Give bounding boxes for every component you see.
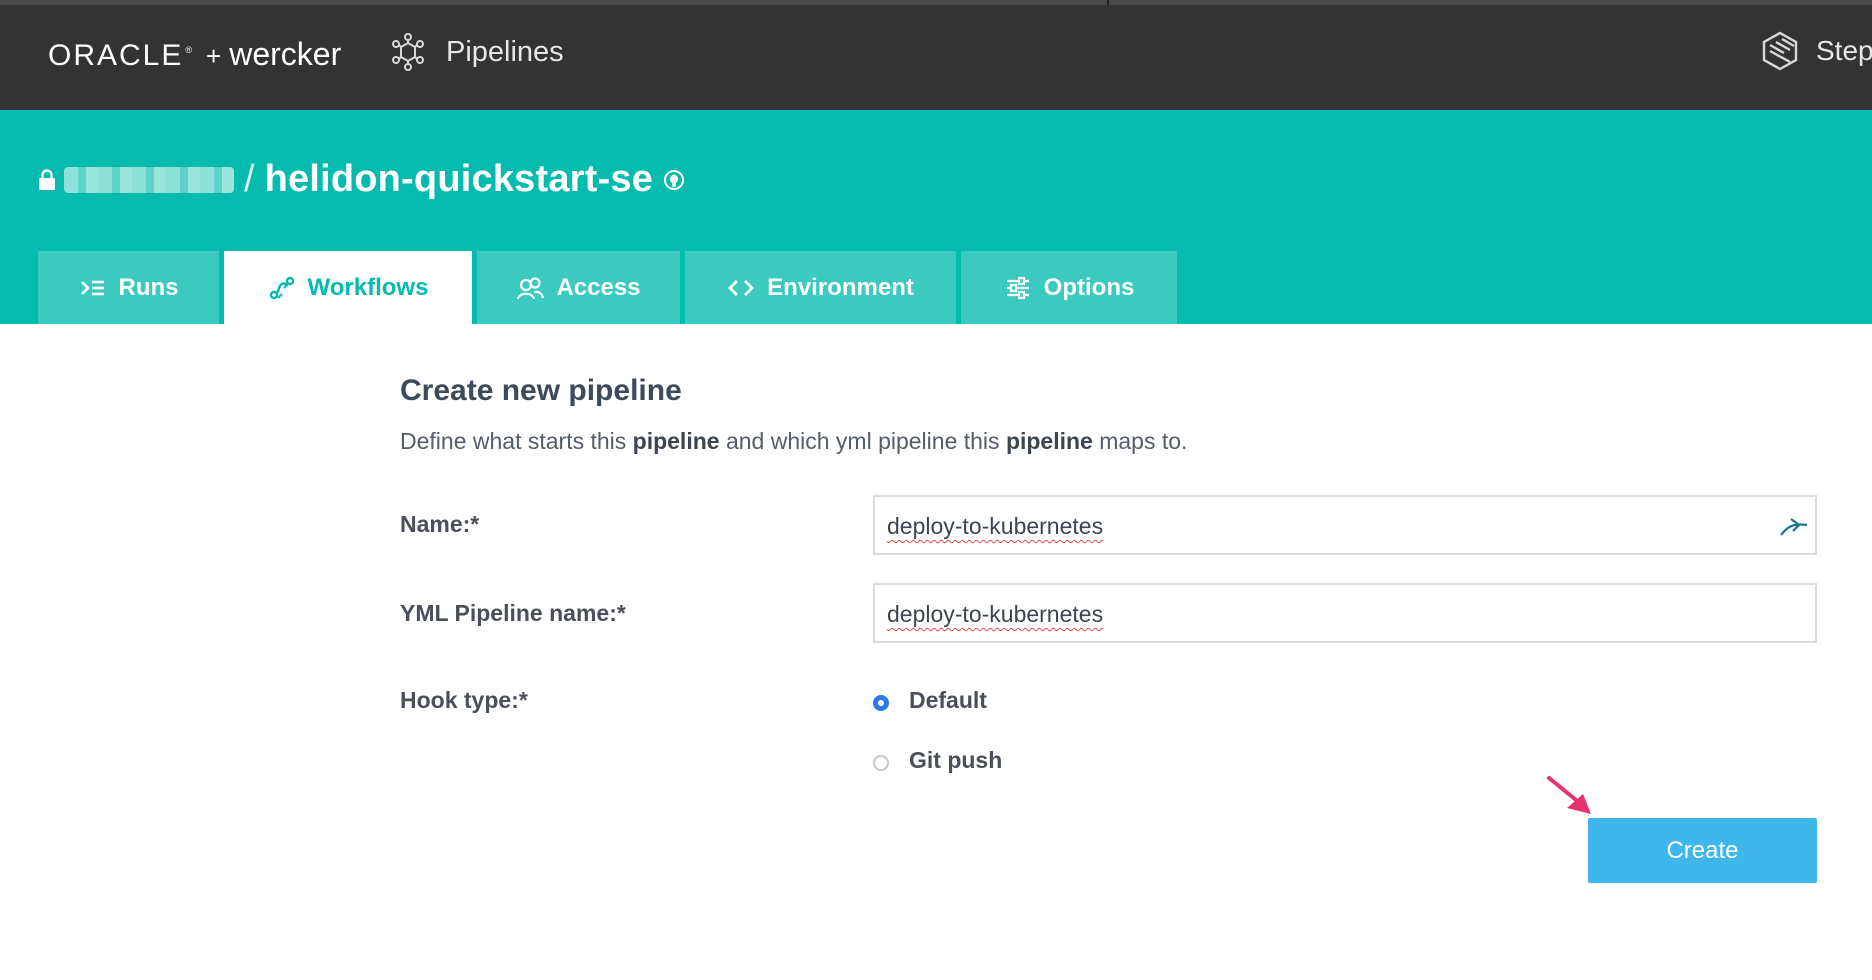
form-description: Define what starts this pipeline and whi…: [400, 428, 1187, 455]
repo-name[interactable]: helidon-quickstart-se: [265, 158, 654, 201]
top-rule-gap: [1107, 0, 1109, 5]
brand-trademark: ®: [185, 45, 193, 55]
name-input[interactable]: deploy-to-kubernetes: [873, 495, 1817, 555]
hook-type-label: Hook type:*: [400, 687, 528, 713]
brand-wercker: wercker: [229, 36, 342, 72]
form-title: Create new pipeline: [400, 374, 682, 407]
workflows-icon: [269, 276, 294, 299]
radio-default-label: Default: [909, 687, 987, 713]
name-input-value: deploy-to-kubernetes: [887, 513, 1104, 539]
tab-environment-label: Environment: [767, 273, 914, 301]
code-icon: [728, 279, 755, 296]
tab-access-label: Access: [556, 273, 641, 301]
top-rule: [0, 0, 1872, 5]
desc-part-1: Define what starts this: [400, 428, 633, 454]
top-navbar: ORACLE ® + wercker Pipelines Steps: [0, 0, 1872, 110]
options-icon: [1006, 276, 1029, 299]
name-label: Name:*: [400, 511, 480, 537]
steps-icon: [1762, 31, 1798, 71]
runs-icon: [80, 280, 104, 295]
tab-workflows-label: Workflows: [307, 273, 429, 301]
create-button[interactable]: Create: [1588, 818, 1817, 883]
tab-options-label: Options: [1043, 273, 1135, 301]
radio-git-push-label: Git push: [909, 747, 1003, 773]
brand-oracle: ORACLE: [48, 39, 184, 72]
tab-workflows[interactable]: Workflows: [224, 251, 472, 324]
tab-options[interactable]: Options: [961, 251, 1177, 324]
app-header: / helidon-quickstart-se Runs Workflows A…: [0, 110, 1872, 324]
owner-name-redacted[interactable]: [64, 166, 234, 193]
brand-logo[interactable]: ORACLE ® + wercker: [48, 36, 341, 73]
yml-input-value: deploy-to-kubernetes: [887, 601, 1104, 627]
yml-label: YML Pipeline name:*: [400, 600, 626, 626]
nav-pipelines-label: Pipelines: [446, 35, 564, 68]
tab-access[interactable]: Access: [477, 251, 680, 324]
nav-steps[interactable]: Steps: [1760, 30, 1872, 72]
pointer-arrow: [1547, 776, 1591, 814]
repo-tabs: Runs Workflows Access Environment Option…: [38, 251, 1182, 324]
nav-pipelines[interactable]: Pipelines: [388, 32, 564, 72]
lock-icon: [39, 168, 55, 190]
desc-bold-2: pipeline: [1005, 428, 1093, 454]
tab-environment[interactable]: Environment: [685, 251, 956, 324]
pipelines-icon: [392, 33, 424, 71]
breadcrumb-separator: /: [244, 158, 255, 200]
radio-default[interactable]: [873, 694, 889, 711]
tab-runs-label: Runs: [118, 273, 179, 301]
nav-steps-label: Steps: [1816, 35, 1872, 66]
autofill-icon[interactable]: [1777, 513, 1811, 539]
brand-plus: +: [206, 41, 222, 71]
hook-option-default[interactable]: Default: [873, 687, 987, 714]
github-icon[interactable]: [663, 169, 685, 191]
repo-breadcrumb: / helidon-quickstart-se: [38, 158, 685, 201]
desc-bold-1: pipeline: [632, 428, 720, 454]
yml-pipeline-input[interactable]: deploy-to-kubernetes: [873, 583, 1817, 643]
desc-part-3: maps to.: [1092, 428, 1188, 454]
hook-option-git-push[interactable]: Git push: [873, 747, 1002, 774]
tab-runs[interactable]: Runs: [38, 251, 219, 324]
access-icon: [517, 276, 545, 299]
desc-part-2: and which yml pipeline this: [719, 428, 1006, 454]
radio-git-push[interactable]: [873, 754, 889, 771]
